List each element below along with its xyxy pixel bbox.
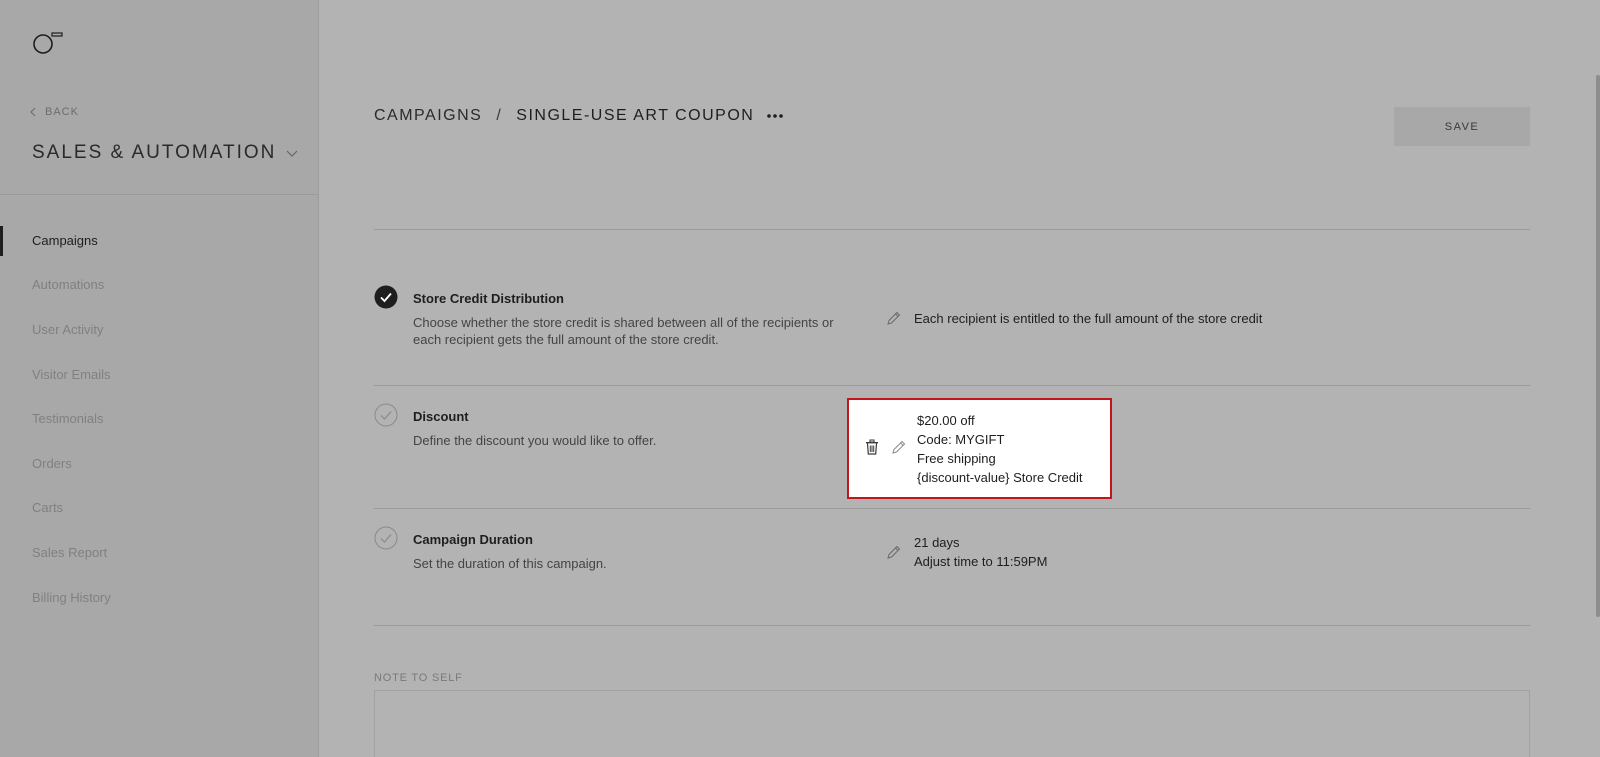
sidebar: BACK SALES & AUTOMATION Campaigns Automa… <box>0 0 319 757</box>
page-title: SINGLE-USE ART COUPON <box>516 107 755 124</box>
pencil-icon[interactable] <box>886 544 902 560</box>
breadcrumb-separator: / <box>496 107 503 124</box>
sidebar-item-user-activity[interactable]: User Activity <box>0 307 319 352</box>
discount-description: Define the discount you would like to of… <box>413 433 657 448</box>
scrollbar[interactable] <box>1596 75 1600 617</box>
store-credit-description: Choose whether the store credit is share… <box>413 315 834 347</box>
sidebar-item-label: Billing History <box>32 589 111 605</box>
sidebar-item-label: User Activity <box>32 321 104 337</box>
duration-title: Campaign Duration <box>413 532 533 547</box>
sidebar-item-label: Visitor Emails <box>32 366 111 382</box>
note-textarea[interactable] <box>374 690 1530 757</box>
discount-shipping: Free shipping <box>917 451 996 466</box>
section-title: SALES & AUTOMATION <box>32 142 277 163</box>
sidebar-item-label: Orders <box>32 455 72 471</box>
duration-time: Adjust time to 11:59PM <box>914 554 1048 569</box>
sidebar-divider <box>0 194 319 195</box>
discount-amount: $20.00 off <box>917 413 975 428</box>
discount-value-lines: $20.00 off Code: MYGIFT Free shipping {d… <box>917 411 1082 487</box>
sidebar-item-label: Campaigns <box>32 232 98 248</box>
sidebar-item-carts[interactable]: Carts <box>0 486 319 531</box>
sidebar-item-visitor-emails[interactable]: Visitor Emails <box>0 352 319 397</box>
breadcrumb-root[interactable]: CAMPAIGNS <box>374 107 482 125</box>
store-credit-title: Store Credit Distribution <box>413 291 564 306</box>
row-divider <box>374 385 1530 386</box>
note-label: NOTE TO SELF <box>374 672 463 684</box>
sidebar-item-campaigns[interactable]: Campaigns <box>0 218 319 263</box>
sidebar-item-automations[interactable]: Automations <box>0 263 319 308</box>
discount-store-credit: {discount-value} Store Credit <box>917 470 1083 485</box>
sidebar-item-orders[interactable]: Orders <box>0 441 319 486</box>
sidebar-nav: Campaigns Automations User Activity Visi… <box>0 218 319 619</box>
squarespace-logo-icon[interactable] <box>32 32 66 54</box>
sidebar-item-label: Sales Report <box>32 544 108 560</box>
section-selector[interactable]: SALES & AUTOMATION <box>32 142 298 164</box>
pencil-icon[interactable] <box>891 439 907 455</box>
check-outline-icon <box>374 403 398 427</box>
save-button[interactable]: SAVE <box>1394 107 1530 146</box>
main-content: CAMPAIGNS / SINGLE-USE ART COUPON SAVE S… <box>320 0 1600 757</box>
sidebar-item-label: Automations <box>32 277 105 293</box>
header-divider <box>374 229 1530 230</box>
pencil-icon[interactable] <box>886 310 902 326</box>
chevron-down-icon <box>286 150 298 157</box>
back-label: BACK <box>45 106 79 118</box>
store-credit-value[interactable]: Each recipient is entitled to the full a… <box>886 310 1262 326</box>
duration-value[interactable]: 21 days Adjust time to 11:59PM <box>886 533 1047 571</box>
sidebar-item-sales-report[interactable]: Sales Report <box>0 530 319 575</box>
row-divider <box>374 625 1530 626</box>
duration-value-lines: 21 days Adjust time to 11:59PM <box>914 533 1047 571</box>
trash-icon[interactable] <box>865 439 879 455</box>
chevron-left-icon <box>30 107 36 117</box>
discount-value-highlight[interactable]: $20.00 off Code: MYGIFT Free shipping {d… <box>847 398 1112 499</box>
discount-code: Code: MYGIFT <box>917 432 1005 447</box>
more-options-icon[interactable] <box>766 113 784 119</box>
duration-description: Set the duration of this campaign. <box>413 556 607 571</box>
discount-title: Discount <box>413 409 469 424</box>
check-outline-icon <box>374 526 398 550</box>
sidebar-item-label: Carts <box>32 500 64 516</box>
sidebar-item-testimonials[interactable]: Testimonials <box>0 396 319 441</box>
back-link[interactable]: BACK <box>29 106 79 118</box>
breadcrumb: CAMPAIGNS / SINGLE-USE ART COUPON <box>374 107 784 125</box>
sidebar-item-billing-history[interactable]: Billing History <box>0 575 319 620</box>
row-divider <box>374 508 1530 509</box>
duration-days: 21 days <box>914 535 960 550</box>
check-filled-icon <box>374 285 398 309</box>
store-credit-value-text: Each recipient is entitled to the full a… <box>914 310 1263 326</box>
sidebar-item-label: Testimonials <box>32 411 104 427</box>
